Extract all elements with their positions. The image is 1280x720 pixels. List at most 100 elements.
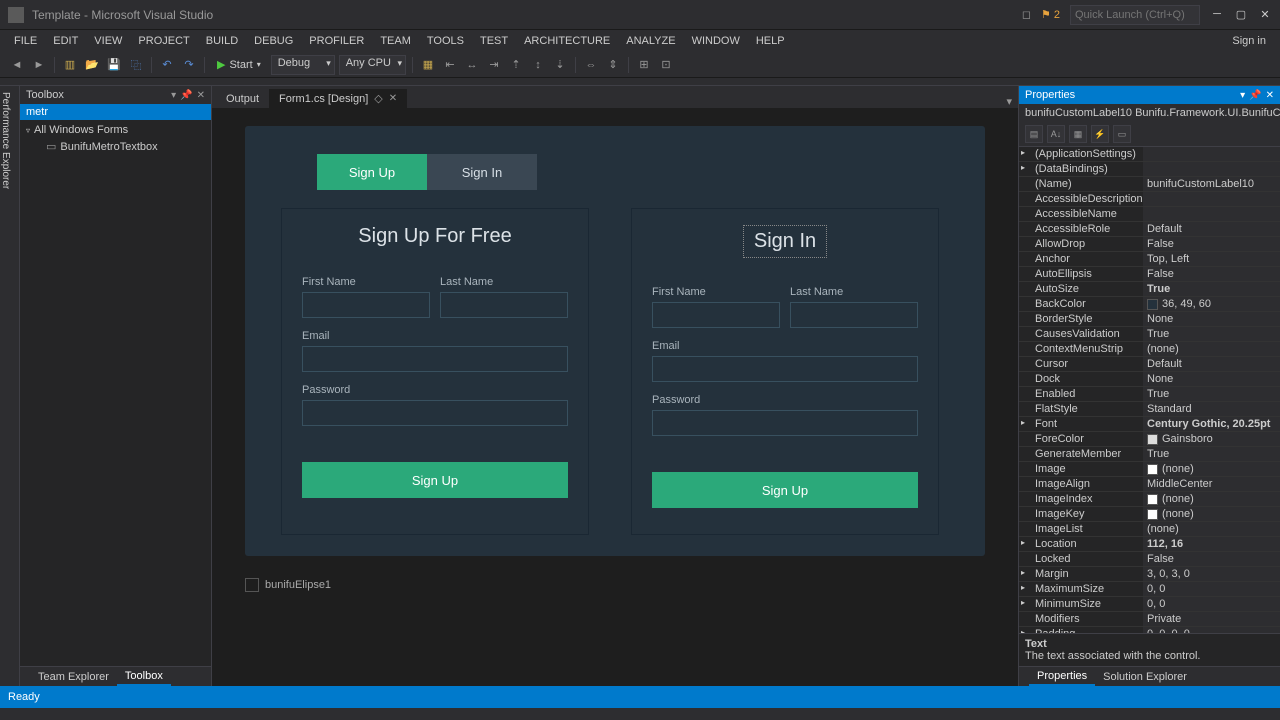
property-value[interactable]: Default	[1147, 358, 1182, 370]
align-center-icon[interactable]: ↔	[463, 56, 481, 74]
signup-email-input[interactable]	[302, 346, 568, 372]
tab-solution-explorer[interactable]: Solution Explorer	[1095, 669, 1195, 685]
property-value[interactable]: 3, 0, 3, 0	[1147, 568, 1190, 580]
menu-window[interactable]: WINDOW	[684, 33, 748, 49]
menu-view[interactable]: VIEW	[86, 33, 130, 49]
property-row[interactable]: ImageKey(none)	[1019, 507, 1280, 522]
property-value[interactable]: (none)	[1162, 463, 1194, 475]
config-dropdown[interactable]: Debug	[271, 55, 335, 75]
property-pages-icon[interactable]: ▭	[1113, 125, 1131, 143]
signup-last-name-input[interactable]	[440, 292, 568, 318]
property-value[interactable]: True	[1147, 328, 1169, 340]
expander-icon[interactable]: ▸	[1021, 148, 1025, 157]
tab-close-icon[interactable]: ✕	[389, 93, 397, 104]
start-debug-button[interactable]: ▶Start ▾	[211, 58, 267, 71]
property-value[interactable]: (none)	[1147, 343, 1179, 355]
align-middle-icon[interactable]: ↕	[529, 56, 547, 74]
properties-icon[interactable]: ▦	[1069, 125, 1087, 143]
property-row[interactable]: ImageAlignMiddleCenter	[1019, 477, 1280, 492]
property-value[interactable]: Standard	[1147, 403, 1192, 415]
events-icon[interactable]: ⚡	[1091, 125, 1109, 143]
toolbox-group[interactable]: ▿ All Windows Forms	[22, 122, 209, 138]
property-value[interactable]: False	[1147, 553, 1174, 565]
platform-dropdown[interactable]: Any CPU	[339, 55, 406, 75]
property-row[interactable]: AccessibleName	[1019, 207, 1280, 222]
property-value[interactable]: 36, 49, 60	[1162, 298, 1211, 310]
new-project-icon[interactable]: ▥	[61, 56, 79, 74]
signin-first-name-input[interactable]	[652, 302, 780, 328]
props-dropdown-icon[interactable]: ▾	[1240, 90, 1245, 101]
align-top-icon[interactable]: ⇡	[507, 56, 525, 74]
align-icon[interactable]: ▦	[419, 56, 437, 74]
props-close-icon[interactable]: ✕	[1266, 90, 1274, 101]
property-row[interactable]: ▸(DataBindings)	[1019, 162, 1280, 177]
menu-tools[interactable]: TOOLS	[419, 33, 472, 49]
align-left-icon[interactable]: ⇤	[441, 56, 459, 74]
align-bottom-icon[interactable]: ⇣	[551, 56, 569, 74]
close-icon[interactable]: ✕	[1258, 8, 1272, 22]
signin-title[interactable]: Sign In	[743, 225, 827, 258]
nav-fwd-icon[interactable]: ►	[30, 56, 48, 74]
props-pin-icon[interactable]: 📌	[1249, 90, 1261, 101]
save-all-icon[interactable]: ⿻	[127, 56, 145, 74]
property-value[interactable]: Gainsboro	[1162, 433, 1213, 445]
align-right-icon[interactable]: ⇥	[485, 56, 503, 74]
toolbox-dropdown-icon[interactable]: ▾	[171, 90, 176, 101]
menu-team[interactable]: TEAM	[372, 33, 419, 49]
tab-toolbox[interactable]: Toolbox	[117, 668, 171, 686]
menu-edit[interactable]: EDIT	[45, 33, 86, 49]
toolbox-pin-icon[interactable]: 📌	[180, 90, 192, 101]
tab-properties[interactable]: Properties	[1029, 668, 1095, 686]
property-row[interactable]: BorderStyleNone	[1019, 312, 1280, 327]
signin-email-input[interactable]	[652, 356, 918, 382]
expander-icon[interactable]: ▸	[1021, 598, 1025, 607]
property-value[interactable]: True	[1147, 388, 1169, 400]
expander-icon[interactable]: ▸	[1021, 583, 1025, 592]
expander-icon[interactable]: ▸	[1021, 628, 1025, 633]
minimize-icon[interactable]: ─	[1210, 8, 1224, 22]
property-value[interactable]: None	[1147, 313, 1173, 325]
property-row[interactable]: AccessibleRoleDefault	[1019, 222, 1280, 237]
signin-password-input[interactable]	[652, 410, 918, 436]
property-row[interactable]: ContextMenuStrip(none)	[1019, 342, 1280, 357]
feedback-icon[interactable]: ◻	[1022, 8, 1031, 21]
expander-icon[interactable]: ▸	[1021, 538, 1025, 547]
menu-build[interactable]: BUILD	[198, 33, 246, 49]
expander-icon[interactable]: ▸	[1021, 163, 1025, 172]
property-row[interactable]: GenerateMemberTrue	[1019, 447, 1280, 462]
alphabetical-icon[interactable]: A↓	[1047, 125, 1065, 143]
property-value[interactable]: MiddleCenter	[1147, 478, 1212, 490]
property-row[interactable]: ForeColorGainsboro	[1019, 432, 1280, 447]
property-row[interactable]: AutoSizeTrue	[1019, 282, 1280, 297]
property-value[interactable]: Top, Left	[1147, 253, 1189, 265]
form-tab-signup[interactable]: Sign Up	[317, 154, 427, 190]
property-row[interactable]: CausesValidationTrue	[1019, 327, 1280, 342]
properties-context[interactable]: bunifuCustomLabel10 Bunifu.Framework.UI.…	[1019, 104, 1280, 122]
property-value[interactable]: False	[1147, 238, 1174, 250]
property-value[interactable]: (none)	[1162, 493, 1194, 505]
property-row[interactable]: ▸Location112, 16	[1019, 537, 1280, 552]
property-row[interactable]: ▸Margin3, 0, 3, 0	[1019, 567, 1280, 582]
menu-test[interactable]: TEST	[472, 33, 516, 49]
property-row[interactable]: CursorDefault	[1019, 357, 1280, 372]
property-row[interactable]: AnchorTop, Left	[1019, 252, 1280, 267]
property-value[interactable]: True	[1147, 448, 1169, 460]
menu-file[interactable]: FILE	[6, 33, 45, 49]
menu-analyze[interactable]: ANALYZE	[618, 33, 683, 49]
quick-launch-input[interactable]	[1070, 5, 1200, 25]
property-value[interactable]: None	[1147, 373, 1173, 385]
categorized-icon[interactable]: ▤	[1025, 125, 1043, 143]
property-value[interactable]: (none)	[1162, 508, 1194, 520]
menu-profiler[interactable]: PROFILER	[301, 33, 372, 49]
property-value[interactable]: 0, 0	[1147, 598, 1165, 610]
save-icon[interactable]: 💾	[105, 56, 123, 74]
property-value[interactable]: True	[1147, 283, 1170, 295]
toolbox-close-icon[interactable]: ✕	[197, 90, 205, 101]
undo-icon[interactable]: ↶	[158, 56, 176, 74]
signup-first-name-input[interactable]	[302, 292, 430, 318]
property-row[interactable]: ▸(ApplicationSettings)	[1019, 147, 1280, 162]
property-row[interactable]: BackColor36, 49, 60	[1019, 297, 1280, 312]
form-window[interactable]: Sign Up Sign In Sign Up For Free First N…	[245, 126, 985, 556]
nav-back-icon[interactable]: ◄	[8, 56, 26, 74]
property-row[interactable]: ImageIndex(none)	[1019, 492, 1280, 507]
